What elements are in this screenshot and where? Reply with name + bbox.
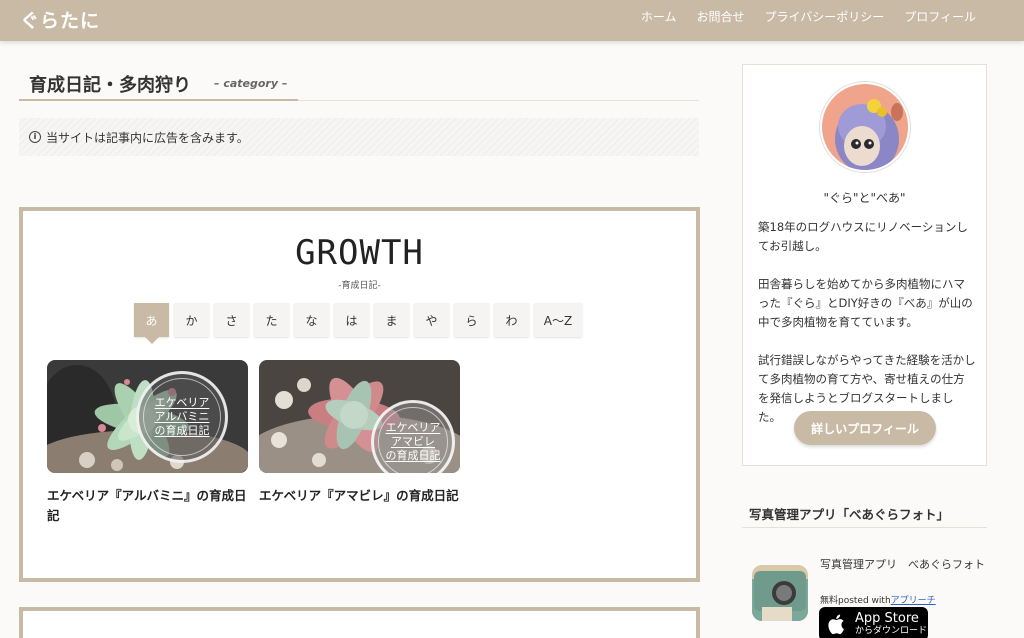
growth-section: GROWTH -育成日記- あ か さ た な は ま や ら わ A〜Z エケ… <box>19 207 700 582</box>
growth-title: GROWTH <box>295 233 424 273</box>
profile-widget: "ぐら"と"べあ" 築18年のログハウスにリノベーションしてお引越し。 田舎暮ら… <box>742 64 987 466</box>
tab-ka[interactable]: か <box>174 303 209 337</box>
app-icon[interactable] <box>752 565 808 621</box>
tab-ta[interactable]: た <box>254 303 289 337</box>
article-card-amabile[interactable]: エケベリア アマビレ の育成日記 エケベリア『アマビレ』の育成日記 <box>259 360 460 506</box>
avatar-illustration <box>822 84 908 170</box>
nav-item-home[interactable]: ホーム <box>641 8 677 25</box>
category-label: – category – <box>214 77 288 90</box>
article-title[interactable]: エケベリア『アルバミニ』の育成日記 <box>47 486 248 526</box>
tab-na[interactable]: な <box>294 303 329 337</box>
article-title[interactable]: エケベリア『アマビレ』の育成日記 <box>259 486 460 506</box>
main-nav: ホーム お問合せ プライバシーポリシー プロフィール <box>641 8 976 25</box>
profile-details-button[interactable]: 詳しいプロフィール <box>794 411 936 445</box>
app-widget-heading: 写真管理アプリ「べあぐらフォト」 <box>742 498 987 528</box>
site-header: ぐらたに ホーム お問合せ プライバシーポリシー プロフィール <box>0 0 1024 41</box>
site-title[interactable]: ぐらたに <box>20 6 100 33</box>
tab-ya[interactable]: や <box>414 303 449 337</box>
apple-icon <box>828 614 844 635</box>
appreach-link[interactable]: アプリーチ <box>891 596 936 606</box>
tab-wa[interactable]: わ <box>494 303 529 337</box>
article-thumbnail[interactable]: エケベリア アマビレ の育成日記 <box>259 360 460 473</box>
title-underline <box>19 99 298 101</box>
app-name: 写真管理アプリ べあぐらフォト <box>820 558 985 571</box>
tab-ha[interactable]: は <box>334 303 369 337</box>
camera-app-icon <box>752 565 808 621</box>
ad-notice: i 当サイトは記事内に広告を含みます。 <box>19 118 699 156</box>
info-icon: i <box>29 131 41 143</box>
growth-subtitle: -育成日記- <box>338 281 381 291</box>
tab-sa[interactable]: さ <box>214 303 249 337</box>
tab-a[interactable]: あ <box>134 303 169 337</box>
kana-tabs: あ か さ た な は ま や ら わ A〜Z <box>134 303 582 337</box>
app-meta: 無料posted withアプリーチ <box>820 596 936 606</box>
ad-notice-text: 当サイトは記事内に広告を含みます。 <box>46 130 249 145</box>
article-badge: エケベリア アルバミニ の育成日記 <box>136 371 228 463</box>
profile-name: "ぐら"と"べあ" <box>823 191 906 205</box>
avatar <box>820 82 910 172</box>
tab-a-z[interactable]: A〜Z <box>534 303 582 337</box>
page-title: 育成日記・多肉狩り <box>29 75 191 96</box>
nav-item-profile[interactable]: プロフィール <box>904 8 976 25</box>
tab-ma[interactable]: ま <box>374 303 409 337</box>
nav-item-contact[interactable]: お問合せ <box>696 8 744 25</box>
category-header: 育成日記・多肉狩り – category – <box>19 65 699 101</box>
tab-ra[interactable]: ら <box>454 303 489 337</box>
app-store-button[interactable]: App Store からダウンロード <box>819 607 928 638</box>
nav-item-privacy[interactable]: プライバシーポリシー <box>764 8 884 25</box>
article-card-albamini[interactable]: エケベリア アルバミニ の育成日記 エケベリア『アルバミニ』の育成日記 <box>47 360 248 526</box>
article-thumbnail[interactable]: エケベリア アルバミニ の育成日記 <box>47 360 248 473</box>
next-section <box>19 607 700 638</box>
